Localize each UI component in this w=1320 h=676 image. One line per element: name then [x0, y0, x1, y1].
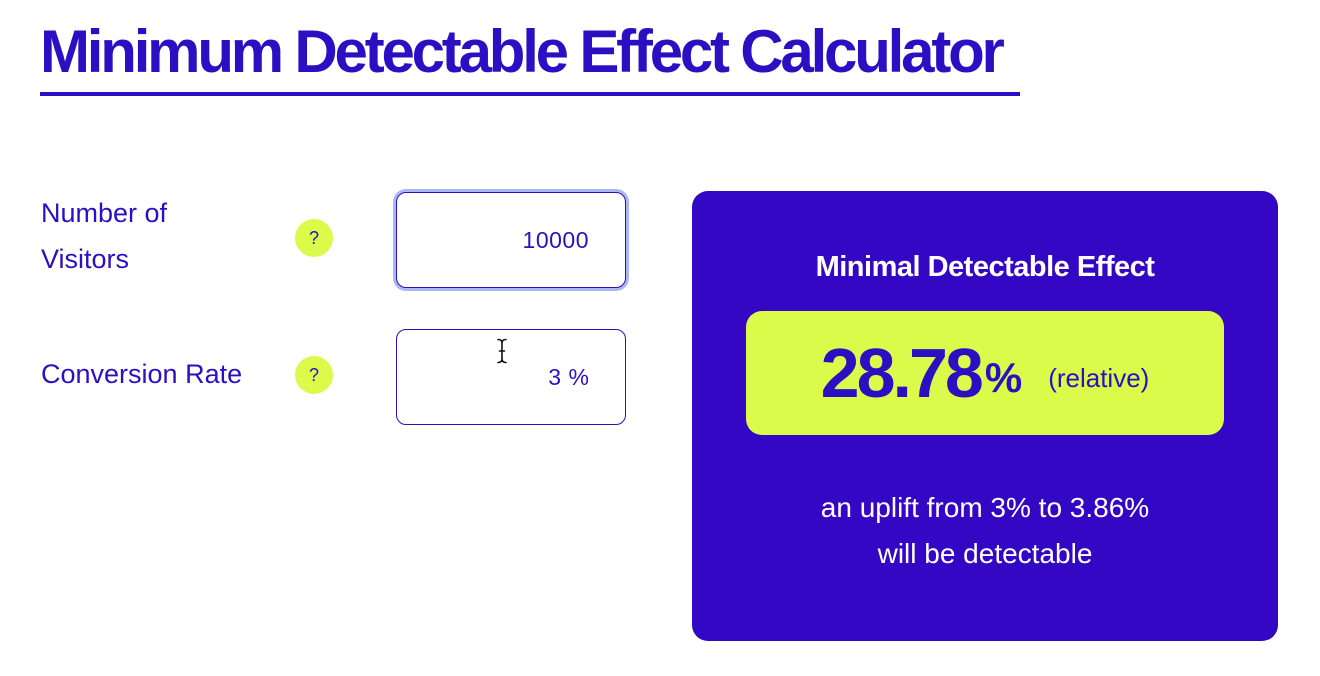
visitors-help-icon[interactable]: ? [295, 219, 333, 257]
conversion-rate-help-icon[interactable]: ? [295, 356, 333, 394]
visitors-label: Number of Visitors [41, 198, 168, 274]
result-value-pill: 28.78 % (relative) [746, 311, 1224, 435]
mde-calculator-page: Minimum Detectable Effect Calculator Num… [0, 0, 1320, 676]
conversion-rate-unit: % [568, 363, 589, 390]
visitors-input-value: 10000 [522, 226, 589, 253]
result-description: an uplift from 3% to 3.86% will be detec… [692, 485, 1278, 577]
mde-unit: % [984, 354, 1023, 401]
mde-value: 28.78 [820, 334, 984, 412]
result-card: Minimal Detectable Effect 28.78 % (relat… [692, 191, 1278, 641]
text-cursor-icon [497, 338, 507, 364]
result-title: Minimal Detectable Effect [815, 251, 1155, 283]
mde-qualifier: (relative) [1048, 362, 1150, 393]
conversion-rate-input-value: 3 [548, 363, 562, 390]
conversion-rate-input[interactable]: 3 % [396, 329, 626, 425]
page-title: Minimum Detectable Effect Calculator [40, 18, 1005, 85]
title-underline [40, 92, 1020, 96]
result-description-line-1: an uplift from 3% to 3.86% [820, 492, 1150, 523]
result-description-line-2: will be detectable [877, 538, 1093, 569]
conversion-rate-label: Conversion Rate [41, 359, 243, 389]
visitors-input[interactable]: 10000 [396, 192, 626, 288]
